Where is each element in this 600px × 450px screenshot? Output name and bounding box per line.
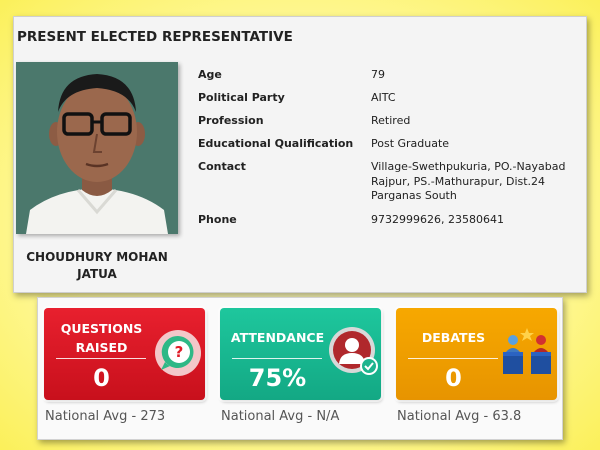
person-check-icon (329, 327, 378, 375)
questions-national-average: National Avg - 273 (45, 409, 166, 424)
representative-name: CHOUDHURY MOHAN JATUA (26, 250, 168, 281)
stat-divider (232, 358, 322, 359)
svg-text:?: ? (175, 343, 184, 361)
debates-national-average: National Avg - 63.8 (397, 409, 522, 424)
questions-raised-tile[interactable]: QUESTIONS RAISED 0 ? (44, 308, 205, 400)
detail-value: AITC (371, 91, 396, 104)
stat-value: 75% (248, 364, 307, 392)
detail-label: Age (198, 68, 222, 81)
stat-value: 0 (93, 364, 110, 392)
stat-label: DEBATES (421, 330, 486, 345)
question-bubble-icon: ? (155, 330, 201, 376)
stat-divider (56, 358, 146, 359)
representative-photo (16, 62, 178, 234)
stat-value: 0 (445, 364, 462, 392)
attendance-tile[interactable]: ATTENDANCE 75% (220, 308, 381, 400)
detail-value: Post Graduate (371, 137, 450, 150)
detail-label: Profession (198, 114, 264, 127)
detail-label: Political Party (198, 91, 285, 104)
detail-label: Contact (198, 160, 246, 173)
attendance-national-average: National Avg - N/A (221, 409, 340, 424)
detail-value: 79 (371, 68, 385, 81)
stat-label: ATTENDANCE (230, 330, 325, 345)
representative-card: PRESENT ELECTED REPRESENTATIVE CHOUDHURY (13, 16, 587, 293)
detail-label: Phone (198, 213, 237, 226)
detail-value: Retired (371, 114, 411, 127)
stat-label: QUESTIONS RAISED (60, 321, 143, 355)
section-title: PRESENT ELECTED REPRESENTATIVE (17, 29, 293, 45)
detail-value: Village-Swethpukuria, PO.-Nayabad Rajpur… (371, 160, 566, 202)
detail-label: Educational Qualification (198, 137, 354, 150)
debates-tile[interactable]: DEBATES 0 (396, 308, 557, 400)
performance-stats-card: QUESTIONS RAISED 0 ? National Avg - 273 … (37, 297, 563, 440)
podium-debate-icon (503, 328, 551, 374)
stat-divider (408, 358, 498, 359)
detail-value: 9732999626, 23580641 (371, 213, 504, 226)
